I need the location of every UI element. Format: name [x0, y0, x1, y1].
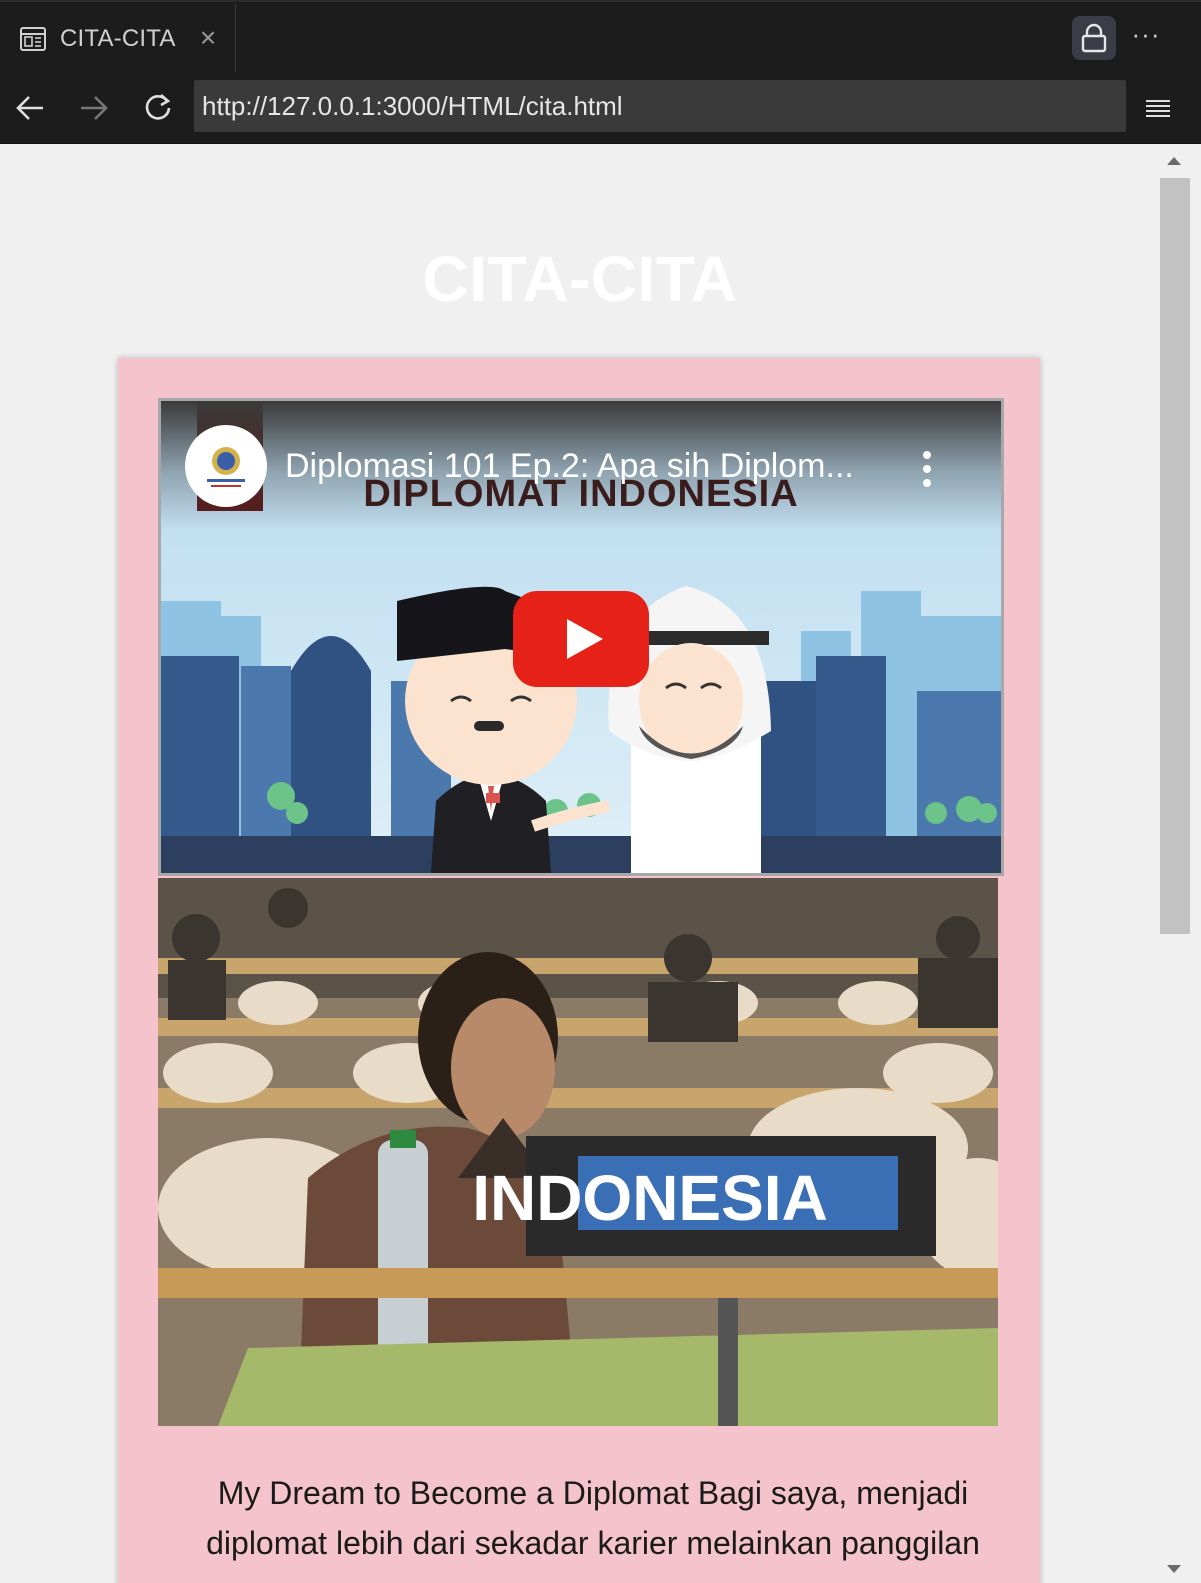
more-options-icon[interactable]: ···: [1130, 21, 1162, 52]
hamburger-menu-icon[interactable]: [1140, 90, 1176, 126]
page-viewport: CITA-CITA DIPLOMAT INDONESIA Diplomasi 1…: [0, 144, 1201, 1583]
reload-icon[interactable]: [138, 88, 178, 128]
video-more-icon[interactable]: [917, 449, 937, 489]
scrollbar-thumb[interactable]: [1160, 178, 1190, 934]
assembly-photo: [158, 878, 998, 1426]
page-icon: [20, 27, 46, 51]
scroll-down-icon[interactable]: [1166, 1562, 1182, 1576]
forward-icon[interactable]: [74, 88, 114, 128]
tab-title: CITA-CITA: [60, 25, 176, 52]
nameplate-text: INDONESIA: [472, 1162, 828, 1234]
channel-logo[interactable]: [185, 425, 267, 507]
navigation-bar: http://127.0.0.1:3000/HTML/cita.html: [0, 72, 1201, 144]
browser-tab[interactable]: CITA-CITA ×: [0, 4, 236, 74]
diplomat-photo: INDONESIA: [158, 878, 998, 1426]
address-bar[interactable]: http://127.0.0.1:3000/HTML/cita.html: [194, 80, 1126, 132]
tab-bar: CITA-CITA × ···: [0, 0, 1201, 74]
back-icon[interactable]: [10, 88, 50, 128]
lock-icon[interactable]: [1072, 16, 1116, 60]
youtube-video-embed[interactable]: DIPLOMAT INDONESIA Diplomasi 101 Ep.2: A…: [158, 398, 1004, 876]
close-icon[interactable]: ×: [196, 24, 220, 52]
description-text: My Dream to Become a Diplomat Bagi saya,…: [206, 1475, 980, 1561]
scroll-up-icon[interactable]: [1166, 154, 1182, 168]
video-title[interactable]: Diplomasi 101 Ep.2: Apa sih Diplom...: [285, 447, 885, 486]
content-card: DIPLOMAT INDONESIA Diplomasi 101 Ep.2: A…: [118, 358, 1040, 1583]
page-title: CITA-CITA: [422, 243, 738, 315]
play-button-icon[interactable]: [513, 591, 649, 687]
